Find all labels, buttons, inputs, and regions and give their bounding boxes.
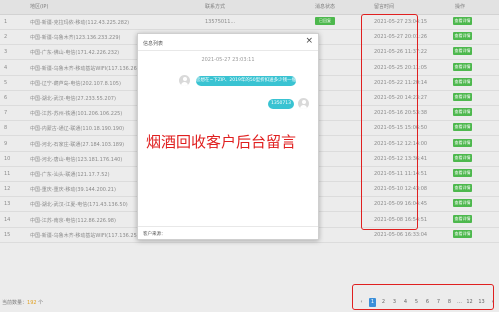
header-region: 地区(IP) [30,4,49,10]
row-region: 中国-湖北-武汉-江夏-电信(171.43.136.50) [30,202,128,209]
row-index: 4 [4,64,8,71]
row-region: 中国-新疆-乌鲁木齐-移动基站WIFI(117.136.26.174) [30,65,150,72]
view-detail-button[interactable]: 查看详情 [453,184,472,193]
reply-message-bubble: 1350713 [268,99,294,109]
time-column-highlight [361,14,418,230]
total-label: 当前数量： [2,300,28,306]
row-index: 3 [4,49,8,56]
page-button[interactable]: 4 [402,298,409,307]
view-detail-button[interactable]: 查看详情 [453,153,472,162]
row-status-badge: 已回复 [315,17,335,25]
row-index: 9 [4,140,8,147]
row-region: 中国-广东-汕头-联通(121.17.7.52) [30,172,110,178]
view-detail-button[interactable]: 查看详情 [453,93,472,101]
row-contact: 13575011... [205,19,236,25]
row-index: 11 [4,171,11,177]
row-index: 15 [4,231,11,238]
view-detail-button[interactable]: 查看详情 [453,108,472,117]
page-button[interactable]: 5 [413,298,420,307]
view-detail-button[interactable]: 查看详情 [453,169,472,177]
total-count: 当前数量：192 个 [2,299,43,306]
row-region: 中国-新疆-克拉玛依-移动(112.43.225.282) [30,20,130,26]
view-detail-button[interactable]: 查看详情 [453,229,472,238]
row-region: 中国-河北-唐山-电信(123.181.176.140) [30,156,123,163]
prev-page-icon[interactable]: ‹ [358,298,365,307]
view-detail-button[interactable]: 查看详情 [453,138,472,147]
row-index: 12 [4,186,11,193]
view-detail-button[interactable]: 查看详情 [453,123,472,132]
header-time: 留言时间 [374,4,395,10]
row-region: 中国-湖北-武汉-电信(27.233.55.207) [30,96,116,102]
page-button[interactable]: 6 [424,298,431,307]
row-region: 中国-江苏-南京-电信(112.86.226.98) [30,217,116,224]
row-index: 6 [4,95,8,101]
page-button[interactable]: 8 [446,298,453,307]
row-region: 中国-河北-石家庄-联通(27.184.103.189) [30,141,125,148]
row-index: 1 [4,19,8,25]
row-index: 5 [4,79,8,86]
row-region: 中国-新疆-乌鲁木齐-移动基站WIFI(117.136.25.175) [30,232,150,239]
reply-label: 客户来源： [143,232,166,237]
dialog-header: 信息列表 × [138,34,318,51]
view-detail-button[interactable]: 查看详情 [453,62,472,71]
page-button[interactable]: 7 [435,298,442,307]
overlay-caption: 烟酒回收客户后台留言 [146,133,297,151]
header-actions: 操作 [455,4,466,10]
row-index: 2 [4,34,8,41]
page-button[interactable]: … [456,298,463,307]
view-detail-button[interactable]: 查看详情 [453,32,472,41]
header-status: 消息状态 [315,4,336,10]
view-detail-button[interactable]: 查看详情 [453,17,472,25]
next-page-icon[interactable]: › [489,298,496,307]
row-index: 7 [4,110,8,117]
page-button[interactable]: 2 [380,298,387,307]
page-button[interactable]: 1 [369,298,376,307]
visitor-message-bubble: 您想在~下ZIP、2019年的50型折扣送多少钱一瓶？ [196,76,296,86]
row-region: 中国-重庆-重庆-移动(39.144.200.21) [30,187,116,194]
page-button[interactable]: 3 [391,298,398,307]
row-region: 中国-江苏-苏州-铁通(101.206.106.225) [30,111,123,118]
view-detail-button[interactable]: 查看详情 [453,214,472,223]
row-index: 13 [4,201,11,208]
visitor-avatar-icon [179,75,190,86]
row-region: 中国-广东-佛山-电信(171.42.226.232) [30,50,120,57]
row-index: 14 [4,216,11,223]
chat-timestamp: 2021-05-27 23:03:11 [201,57,255,63]
view-detail-button[interactable]: 查看详情 [453,77,472,86]
message-dialog: 信息列表 × 2021-05-27 23:03:11 您想在~下ZIP、2019… [137,33,319,240]
page-button[interactable]: 12 [466,298,473,307]
table-row: 1 中国-新疆-克拉玛依-移动(112.43.225.282) 13575011..… [0,14,499,30]
table-header: 地区(IP) 联系方式 消息状态 留言时间 操作 [0,0,499,15]
total-value: 192 [27,300,37,306]
header-contact: 联系方式 [205,4,226,10]
row-region: 中国-新疆-乌鲁木齐(123.136.233.229) [30,35,121,42]
row-region: 中国-内蒙古-通辽-联通(110.18.190.190) [30,126,125,133]
page-button[interactable]: 13 [478,298,485,307]
row-index: 10 [4,155,11,162]
reply-area[interactable]: 客户来源： [138,226,318,240]
row-region: 中国-辽宁-葫芦岛-电信(202.107.8.105) [30,80,121,87]
total-unit: 个 [38,300,44,306]
close-icon[interactable]: × [305,37,313,46]
row-index: 8 [4,125,8,132]
view-detail-button[interactable]: 查看详情 [453,199,472,208]
view-detail-button[interactable]: 查看详情 [453,47,472,56]
dialog-title: 信息列表 [143,41,164,47]
row-time: 2021-05-06 16:33:04 [374,231,428,238]
agent-avatar-icon [298,98,309,109]
